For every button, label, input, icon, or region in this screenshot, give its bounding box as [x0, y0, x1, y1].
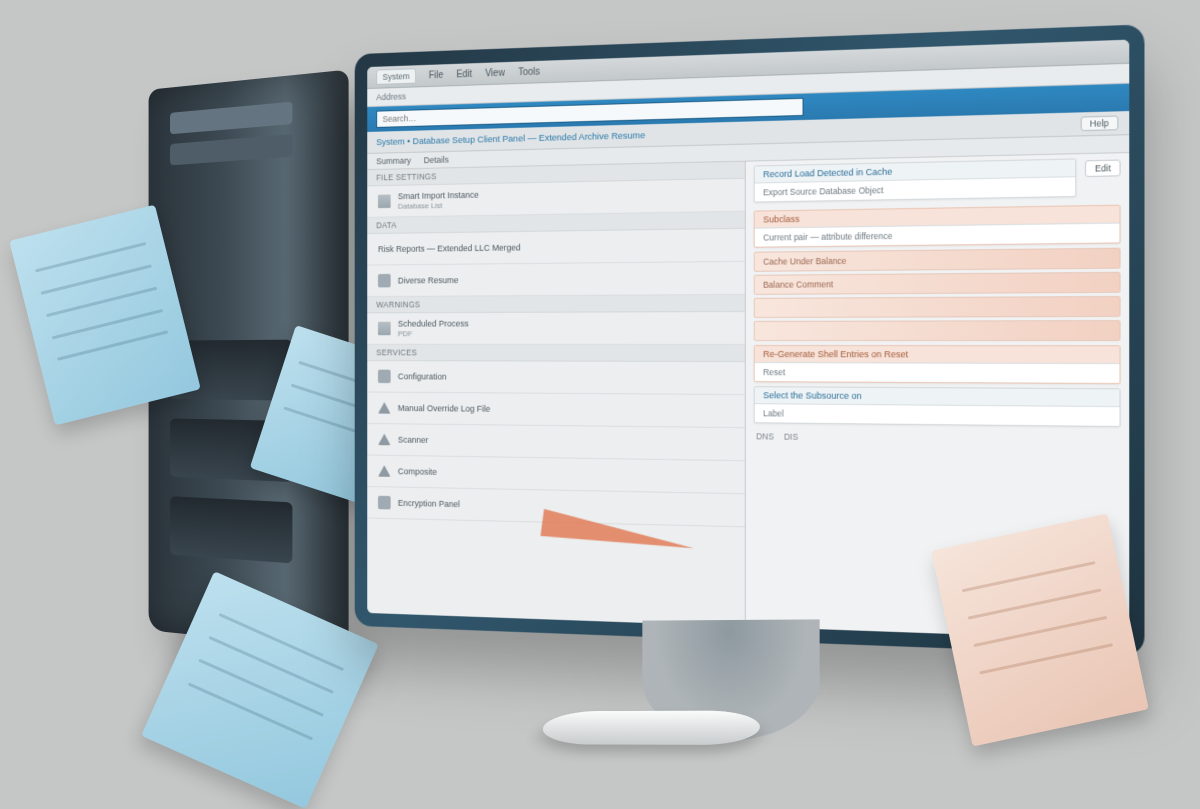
warning-stripe[interactable]: Cache Under Balance	[754, 248, 1120, 272]
item-label: Configuration	[398, 371, 447, 382]
footer-link[interactable]: DIS	[784, 432, 798, 442]
square-icon	[378, 370, 391, 383]
list-item[interactable]: Configuration	[367, 361, 745, 395]
left-column: File Settings Smart Import Instance Data…	[367, 162, 746, 627]
item-sublabel: Database List	[398, 200, 479, 210]
card-body: Current pair — attribute difference	[755, 224, 1119, 247]
item-label: Risk Reports — Extended LLC Merged	[378, 242, 521, 254]
window-tab[interactable]: System	[376, 68, 416, 85]
card-header: Re-Generate Shell Entries on Reset	[755, 346, 1119, 364]
item-label: Composite	[398, 466, 437, 477]
card-body: Label	[755, 404, 1119, 426]
item-label: Smart Import Instance	[398, 190, 479, 202]
menu-item[interactable]: File	[429, 70, 444, 81]
help-button[interactable]: Help	[1080, 116, 1118, 132]
section-header: Warnings	[367, 295, 745, 313]
item-label: Encryption Panel	[398, 498, 460, 510]
square-icon	[378, 274, 391, 287]
square-icon	[378, 496, 391, 510]
menu-item[interactable]: View	[485, 67, 505, 78]
item-label: Scheduled Process	[398, 319, 469, 330]
menu-item[interactable]: Edit	[456, 69, 472, 80]
page-title: System • Database Setup Client Panel — E…	[376, 130, 645, 148]
item-label: Manual Override Log File	[398, 403, 490, 414]
card-body: Reset	[755, 363, 1119, 383]
list-item[interactable]: Diverse Resume	[367, 262, 745, 297]
list-item[interactable]: Scheduled Process PDF	[367, 312, 745, 345]
drive-bay	[170, 496, 292, 563]
panel-card: Re-Generate Shell Entries on Reset Reset	[754, 345, 1120, 384]
item-sublabel: PDF	[398, 329, 469, 338]
play-icon	[378, 434, 391, 446]
warning-stripe[interactable]	[754, 296, 1120, 318]
warning-stripe[interactable]	[754, 320, 1120, 341]
edit-button[interactable]: Edit	[1085, 160, 1120, 177]
tab-summary[interactable]: Summary	[376, 156, 411, 166]
mouse	[538, 711, 762, 745]
toolbar-label: Address	[376, 92, 406, 103]
item-label: Scanner	[398, 434, 428, 445]
footer-link[interactable]: DNS	[756, 431, 774, 441]
list-item[interactable]: Risk Reports — Extended LLC Merged	[367, 229, 745, 266]
section-header: Services	[367, 345, 745, 362]
panel-card: Subclass Current pair — attribute differ…	[754, 205, 1120, 248]
document-icon	[378, 194, 391, 208]
folder-icon	[378, 322, 391, 335]
item-label: Diverse Resume	[398, 275, 459, 286]
tab-details[interactable]: Details	[424, 155, 449, 165]
panel-card: Record Load Detected in Cache Export Sou…	[754, 158, 1077, 202]
play-icon	[378, 465, 391, 477]
menu-item[interactable]: Tools	[518, 66, 540, 77]
warning-stripe[interactable]: Balance Comment	[754, 272, 1120, 295]
list-item[interactable]: Manual Override Log File	[367, 392, 745, 428]
play-icon	[378, 402, 391, 414]
panel-card: Select the Subsource on Label	[754, 386, 1120, 427]
